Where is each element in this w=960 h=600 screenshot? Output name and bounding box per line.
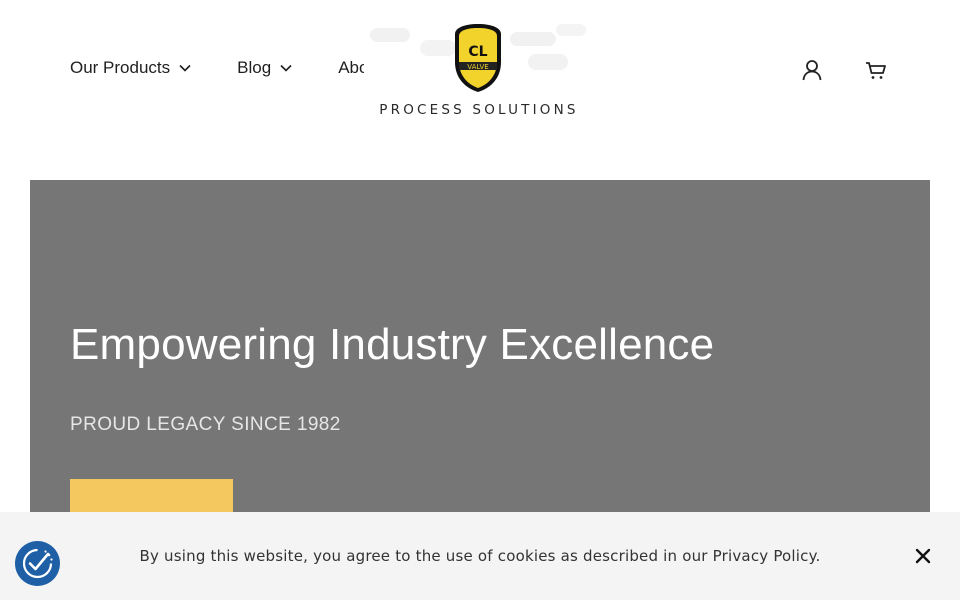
user-icon[interactable] bbox=[800, 58, 824, 82]
nav-item-our-products[interactable]: Our Products bbox=[70, 58, 191, 78]
nav-item-blog[interactable]: Blog bbox=[237, 58, 292, 78]
cookie-banner: By using this website, you agree to the … bbox=[0, 512, 960, 600]
hero-subtitle: PROUD LEGACY SINCE 1982 bbox=[70, 414, 341, 435]
svg-text:VALVE: VALVE bbox=[467, 63, 488, 71]
close-icon[interactable] bbox=[913, 546, 933, 566]
logo-badge-text: CL VALVE bbox=[467, 44, 488, 71]
cart-icon[interactable] bbox=[864, 58, 888, 82]
nav-item-label: Blog bbox=[237, 58, 272, 77]
logo-tagline: PROCESS SOLUTIONS bbox=[379, 102, 579, 118]
chevron-down-icon bbox=[280, 64, 292, 72]
svg-text:CL: CL bbox=[468, 44, 487, 60]
nav-item-label: Our Products bbox=[70, 58, 171, 77]
hero-title: Empowering Industry Excellence bbox=[70, 320, 715, 369]
main-nav: Our Products Blog Abo bbox=[70, 58, 364, 78]
site-logo[interactable]: CL VALVE PROCESS SOLUTIONS bbox=[360, 22, 598, 122]
chevron-down-icon bbox=[179, 64, 191, 72]
cookie-notice-text: By using this website, you agree to the … bbox=[139, 547, 821, 565]
site-header: Our Products Blog Abo CL VALVE PROCESS S… bbox=[0, 0, 960, 140]
